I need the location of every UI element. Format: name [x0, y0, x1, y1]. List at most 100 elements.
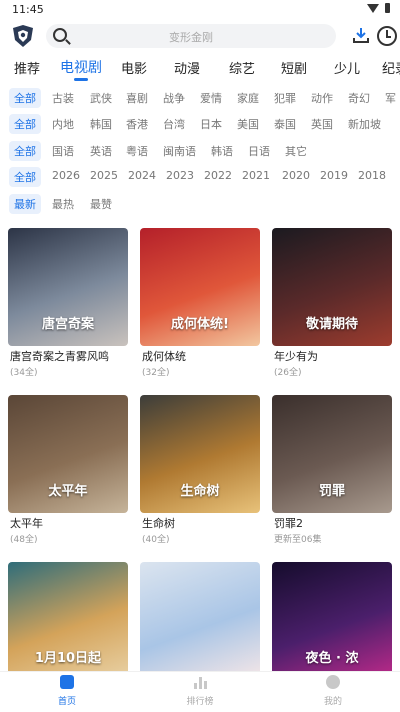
filter-year-0[interactable]: 全部: [9, 167, 41, 187]
filter-sort-2[interactable]: 最赞: [90, 196, 112, 212]
poster-episode-count: (26全): [274, 368, 302, 378]
poster-card[interactable]: 罚罪: [272, 395, 392, 513]
poster-overlay-text: 太平年: [48, 484, 88, 499]
battery-icon: [385, 3, 390, 13]
poster-overlay-text: 唐宫奇案: [41, 317, 94, 332]
active-tab-indicator: [74, 78, 88, 81]
filter-region-6[interactable]: 美国: [237, 116, 259, 132]
filter-genre-5[interactable]: 爱情: [200, 90, 222, 106]
filter-region-8[interactable]: 英国: [311, 116, 333, 132]
poster-overlay-text: 夜色 · 浓: [305, 651, 359, 666]
history-icon[interactable]: [377, 26, 397, 46]
poster-title[interactable]: 唐宫奇案之青雾风鸣: [10, 348, 109, 364]
filter-row-year: 全部 2026 2025 2024 2023 2022 2021 2020 2019 2018: [0, 167, 400, 189]
filter-year-7[interactable]: 2020: [282, 169, 310, 182]
poster-card[interactable]: 敬请期待: [272, 228, 392, 346]
poster-card[interactable]: 夜色 · 浓: [272, 562, 392, 680]
filter-year-3[interactable]: 2024: [128, 169, 156, 182]
filter-region-5[interactable]: 日本: [200, 116, 222, 132]
poster-card[interactable]: 唐宫奇案: [8, 228, 128, 346]
filter-language-5[interactable]: 韩语: [211, 143, 233, 159]
search-placeholder: 变形金刚: [169, 31, 213, 44]
filter-row-region: 全部 内地 韩国 香港 台湾 日本 美国 泰国 英国 新加坡: [0, 114, 400, 136]
tab-5[interactable]: 短剧: [281, 58, 307, 77]
filter-language-6[interactable]: 日语: [248, 143, 270, 159]
filter-year-8[interactable]: 2019: [320, 169, 348, 182]
poster-card[interactable]: 1月10日起: [8, 562, 128, 680]
filter-genre-2[interactable]: 武侠: [90, 90, 112, 106]
filter-year-9[interactable]: 2018: [358, 169, 386, 182]
filter-year-4[interactable]: 2023: [166, 169, 194, 182]
status-bar: 11:45: [0, 0, 400, 18]
filter-row-genre: 全部 古装 武侠 喜剧 战争 爱情 家庭 犯罪 动作 奇幻军: [0, 88, 400, 110]
filter-language-2[interactable]: 英语: [90, 143, 112, 159]
tab-6[interactable]: 少儿: [334, 58, 360, 77]
app-logo-icon: [13, 25, 33, 47]
tab-1[interactable]: 电视剧: [60, 57, 102, 77]
wifi-icon: [367, 3, 379, 13]
filter-sort-0[interactable]: 最新: [9, 194, 41, 214]
poster-card[interactable]: [140, 562, 260, 680]
filter-year-6[interactable]: 2021: [242, 169, 270, 182]
top-bar: 变形金刚: [0, 22, 400, 50]
nav-me-label: 我的: [323, 697, 342, 707]
tab-0[interactable]: 推荐: [14, 58, 40, 77]
download-icon[interactable]: [352, 26, 370, 44]
poster-card[interactable]: 生命树: [140, 395, 260, 513]
filter-region-7[interactable]: 泰国: [274, 116, 296, 132]
filter-language-1[interactable]: 国语: [52, 143, 74, 159]
ranking-icon: [193, 675, 207, 689]
filter-genre-9[interactable]: 奇幻: [348, 90, 370, 106]
tab-3[interactable]: 动漫: [174, 58, 200, 77]
poster-overlay-text: 生命树: [180, 484, 220, 499]
filter-genre-8[interactable]: 动作: [311, 90, 333, 106]
nav-home[interactable]: 首页: [37, 675, 97, 707]
filter-region-0[interactable]: 全部: [9, 114, 41, 134]
poster-title[interactable]: 罚罪2: [274, 515, 303, 531]
filter-region-2[interactable]: 韩国: [90, 116, 112, 132]
filter-region-9[interactable]: 新加坡: [348, 116, 381, 132]
poster-episode-count: (40全): [142, 535, 170, 545]
filter-genre-3[interactable]: 喜剧: [126, 90, 148, 106]
poster-overlay-text: 1月10日起: [34, 651, 102, 666]
search-input[interactable]: 变形金刚: [46, 24, 336, 48]
filter-year-5[interactable]: 2022: [204, 169, 232, 182]
filter-row-language: 全部 国语 英语 粤语 闽南语 韩语 日语 其它: [0, 141, 400, 163]
poster-overlay-text: 敬请期待: [305, 317, 358, 332]
filter-sort-1[interactable]: 最热: [52, 196, 74, 212]
filter-language-0[interactable]: 全部: [9, 141, 41, 161]
poster-episode-count: (34全): [10, 368, 38, 378]
filter-region-1[interactable]: 内地: [52, 116, 74, 132]
nav-ranking-label: 排行榜: [186, 697, 214, 707]
poster-card[interactable]: 太平年: [8, 395, 128, 513]
profile-icon: [326, 675, 340, 689]
poster-title[interactable]: 成何体统: [142, 348, 186, 364]
filter-year-2[interactable]: 2025: [90, 169, 118, 182]
filter-language-7[interactable]: 其它: [285, 143, 307, 159]
poster-card[interactable]: 成何体统!: [140, 228, 260, 346]
tab-4[interactable]: 综艺: [229, 58, 255, 77]
poster-episode-count: 更新至06集: [274, 535, 322, 545]
tab-2[interactable]: 电影: [121, 58, 147, 77]
poster-title[interactable]: 年少有为: [274, 348, 318, 364]
filter-region-4[interactable]: 台湾: [163, 116, 185, 132]
filter-year-1[interactable]: 2026: [52, 169, 80, 182]
tab-7[interactable]: 纪录: [382, 58, 400, 77]
poster-title[interactable]: 生命树: [142, 515, 175, 531]
filter-genre-4[interactable]: 战争: [163, 90, 185, 106]
poster-image: [140, 562, 260, 680]
poster-title[interactable]: 太平年: [10, 515, 43, 531]
filter-language-3[interactable]: 粤语: [126, 143, 148, 159]
nav-ranking[interactable]: 排行榜: [170, 675, 230, 707]
filter-genre-6[interactable]: 家庭: [237, 90, 259, 106]
filter-genre-1[interactable]: 古装: [52, 90, 74, 106]
filter-genre-10[interactable]: 军: [385, 90, 396, 106]
poster-overlay-text: 成何体统!: [171, 317, 229, 332]
filter-language-4[interactable]: 闽南语: [163, 143, 196, 159]
filter-region-3[interactable]: 香港: [126, 116, 148, 132]
filter-row-sort: 最新 最热 最赞: [0, 194, 400, 216]
filter-genre-7[interactable]: 犯罪: [274, 90, 296, 106]
nav-me[interactable]: 我的: [303, 675, 363, 707]
filter-genre-0[interactable]: 全部: [9, 88, 41, 108]
home-icon: [60, 675, 74, 689]
